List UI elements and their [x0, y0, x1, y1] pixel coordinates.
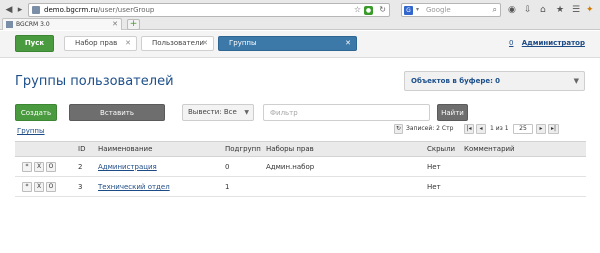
column-header[interactable]: Подгрупп	[222, 141, 263, 157]
browser-tab-title: BGCRM 3.0	[16, 21, 50, 28]
column-header[interactable]: ID	[75, 141, 95, 157]
buffer-label: Объектов в буфере: 0	[411, 77, 501, 85]
site-favicon-icon	[32, 6, 40, 14]
tab-label: Группы	[229, 39, 257, 47]
filter-input[interactable]	[263, 104, 430, 121]
refresh-icon[interactable]: ↻	[394, 124, 403, 134]
buffer-value: 0	[495, 77, 501, 85]
buffer-count-link[interactable]: 0	[509, 39, 513, 47]
output-select[interactable]: Вывести: Все ▼	[182, 104, 254, 121]
close-icon[interactable]: ✕	[202, 37, 208, 50]
tab-label: Набор прав	[75, 39, 118, 47]
actions-column-header	[15, 141, 75, 157]
tab-label: Пользователи	[152, 39, 204, 47]
browser-nav-row: ◀ ▸ demo.bgcrm.ru/user/userGroup ☆ ● ↻ G…	[0, 2, 600, 18]
tab-users[interactable]: Пользователи ✕	[141, 36, 214, 51]
addon-icon[interactable]: ◉	[508, 4, 516, 16]
group-name-link[interactable]: Технический отдел	[98, 183, 170, 191]
close-icon[interactable]: ✕	[125, 37, 131, 50]
column-header[interactable]: Наборы прав	[263, 141, 424, 157]
prev-page-icon[interactable]: ◂	[476, 124, 486, 134]
find-button[interactable]: Найти	[437, 104, 468, 121]
browser-chrome: ◀ ▸ demo.bgcrm.ru/user/userGroup ☆ ● ↻ G…	[0, 0, 600, 30]
column-header[interactable]: Наименование	[95, 141, 222, 157]
cell-name: Технический отдел	[95, 176, 222, 197]
url-path: /user/userGroup	[97, 6, 155, 14]
cell-hidden: Нет	[424, 156, 461, 177]
cell-id: 2	[75, 156, 95, 177]
table-row: * X O 3 Технический отдел 1 Нет	[15, 176, 586, 197]
column-header[interactable]: Комментарий	[461, 141, 586, 157]
search-engine-dropdown-icon[interactable]: ▾	[416, 6, 419, 13]
paste-button[interactable]: Вставить (Администратор)	[69, 104, 165, 133]
bookmarks-icon[interactable]: ★	[556, 4, 564, 16]
edit-icon[interactable]: *	[22, 161, 32, 172]
forward-icon[interactable]: ▸	[14, 4, 26, 16]
new-tab-button[interactable]: +	[127, 19, 140, 30]
group-name-link[interactable]: Администрация	[98, 163, 157, 171]
table-row: * X O 2 Администрация 0 Админ.набор Нет	[15, 156, 586, 177]
browser-tab-row: BGCRM 3.0 ✕ +	[0, 17, 600, 30]
breadcrumb[interactable]: Группы	[17, 127, 45, 135]
records-count: Записей: 2 Стр	[406, 125, 454, 132]
reload-icon[interactable]: ↻	[379, 5, 386, 14]
table-header-row: ID Наименование Подгрупп Наборы прав Скр…	[15, 141, 586, 157]
page-indicator: 1 из 1	[490, 125, 509, 132]
tab-permission-sets[interactable]: Набор прав ✕	[64, 36, 137, 51]
search-icon[interactable]: ⌕	[493, 5, 497, 15]
edit-icon[interactable]: *	[22, 181, 32, 192]
url-text: demo.bgcrm.ru/user/userGroup	[44, 6, 154, 14]
browser-search-bar[interactable]: G ▾ Google ⌕	[401, 3, 501, 17]
pagination: ↻ Записей: 2 Стр |◂ ◂ 1 из 1 25 ▸ ▸|	[394, 124, 586, 135]
cell-permsets: Админ.набор	[263, 156, 424, 177]
cell-permsets	[263, 176, 424, 197]
search-placeholder: Google	[426, 6, 451, 14]
notification-icon[interactable]: ✦	[586, 4, 594, 16]
start-button[interactable]: Пуск	[15, 35, 54, 52]
last-page-icon[interactable]: ▸|	[548, 124, 559, 134]
tab-favicon-icon	[6, 21, 13, 28]
delete-icon[interactable]: X	[34, 181, 44, 192]
cell-comment	[461, 176, 586, 197]
create-button[interactable]: Создать	[15, 104, 57, 121]
url-host: demo.bgcrm.ru	[44, 6, 98, 14]
cell-name: Администрация	[95, 156, 222, 177]
column-header[interactable]: Скрыли	[424, 141, 461, 157]
open-icon[interactable]: O	[46, 161, 56, 172]
tab-groups[interactable]: Группы ✕	[218, 36, 357, 51]
output-select-value: Вывести: Все	[188, 108, 237, 116]
cell-subgroups: 0	[222, 156, 263, 177]
user-name-link[interactable]: Администратор	[522, 39, 585, 47]
page-size-select[interactable]: 25	[513, 124, 533, 134]
row-actions: * X O	[15, 176, 75, 197]
download-icon[interactable]: ⇩	[524, 4, 532, 16]
delete-icon[interactable]: X	[34, 161, 44, 172]
chevron-down-icon: ▼	[244, 109, 249, 116]
feed-icon[interactable]: ●	[364, 6, 373, 15]
browser-tab[interactable]: BGCRM 3.0 ✕	[2, 18, 122, 30]
close-tab-icon[interactable]: ✕	[112, 20, 118, 28]
cell-subgroups: 1	[222, 176, 263, 197]
url-bar[interactable]: demo.bgcrm.ru/user/userGroup ☆ ● ↻	[28, 3, 390, 17]
close-icon[interactable]: ✕	[345, 37, 351, 50]
bookmark-star-icon[interactable]: ☆	[354, 5, 361, 14]
cell-id: 3	[75, 176, 95, 197]
page-title: Группы пользователей	[15, 74, 174, 89]
next-page-icon[interactable]: ▸	[536, 124, 546, 134]
app-topbar: Пуск Набор прав ✕ Пользователи ✕ Группы …	[0, 31, 600, 58]
open-icon[interactable]: O	[46, 181, 56, 192]
user-info: 0 Администратор	[509, 39, 585, 47]
buffer-dropdown[interactable]: Объектов в буфере: 0 ▼	[404, 71, 585, 91]
cell-comment	[461, 156, 586, 177]
groups-table: ID Наименование Подгрупп Наборы прав Скр…	[15, 141, 586, 197]
cell-hidden: Нет	[424, 176, 461, 197]
first-page-icon[interactable]: |◂	[464, 124, 474, 134]
chevron-down-icon: ▼	[573, 77, 579, 85]
row-actions: * X O	[15, 156, 75, 177]
search-engine-icon[interactable]: G	[404, 6, 413, 15]
home-icon[interactable]: ⌂	[540, 4, 546, 16]
menu-icon[interactable]: ☰	[572, 4, 580, 16]
